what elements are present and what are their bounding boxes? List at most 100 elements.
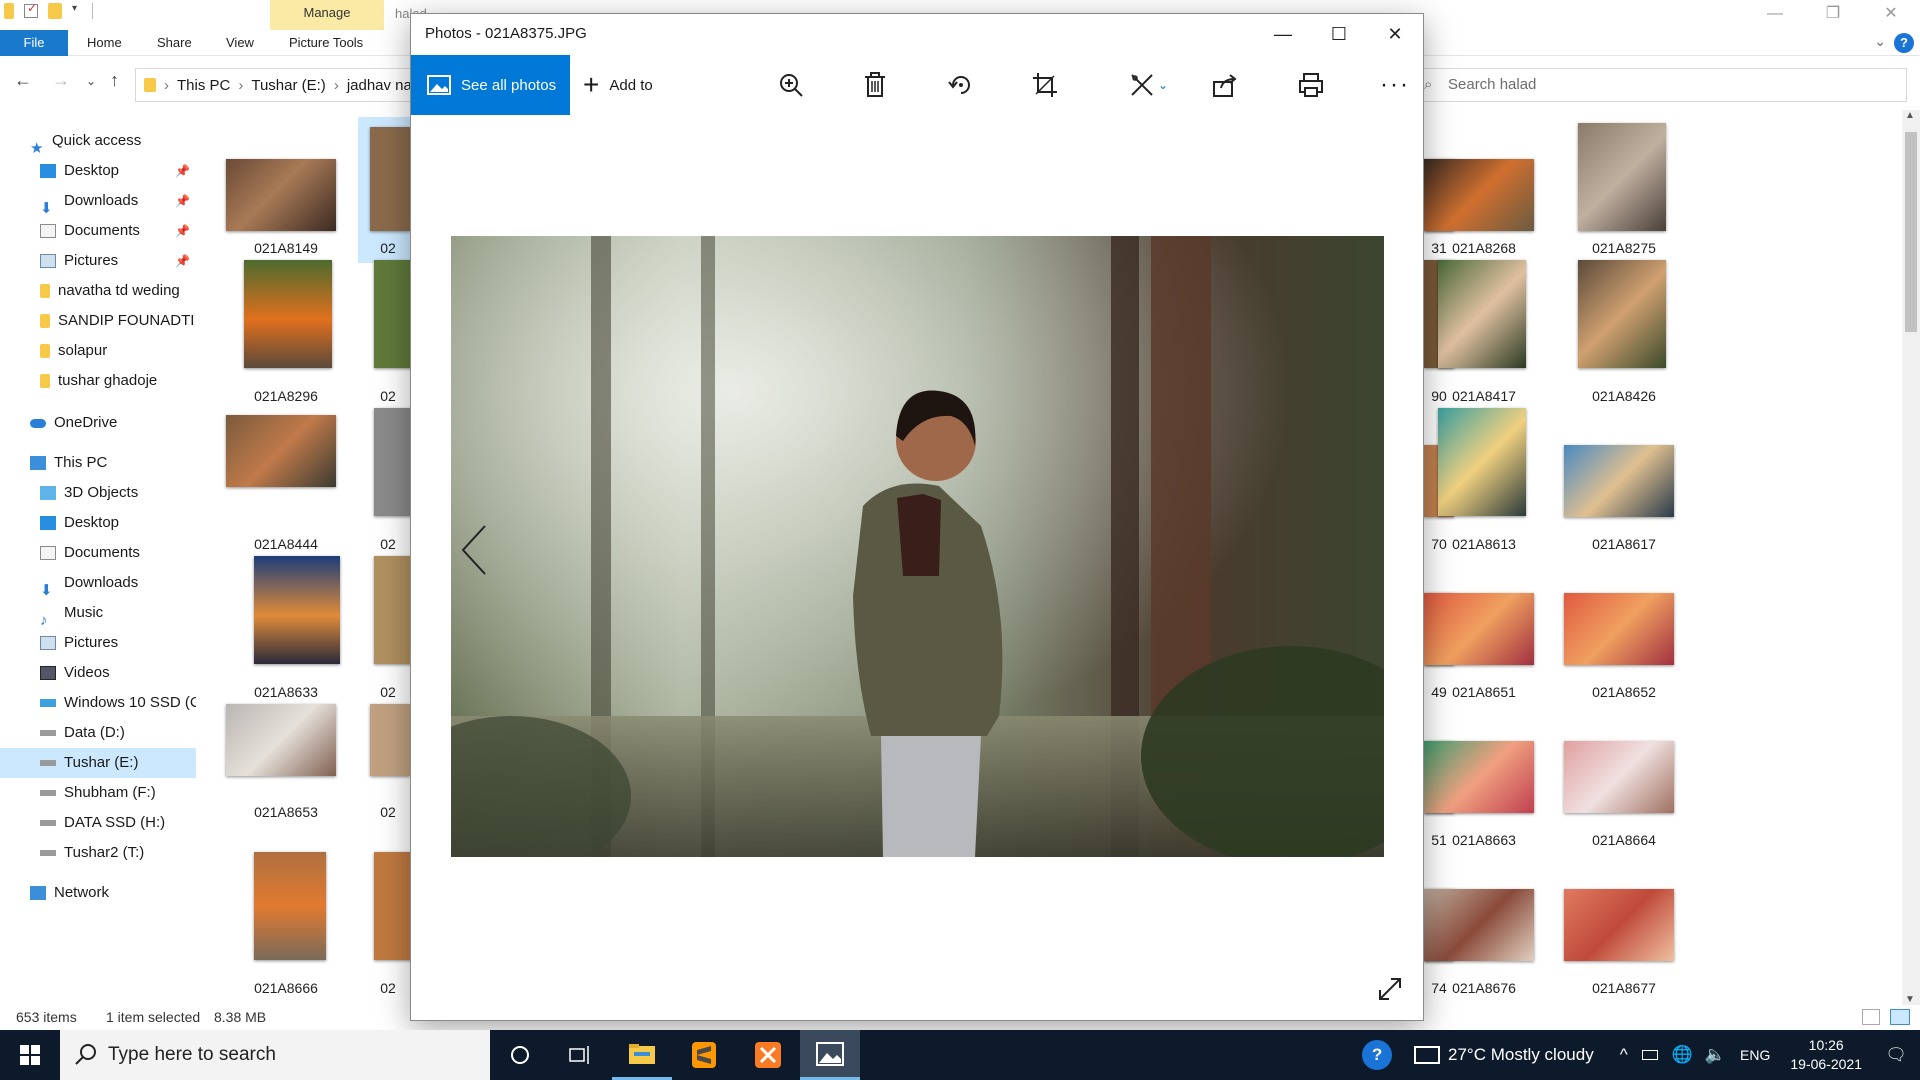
sidebar-item-drive-e[interactable]: Tushar (E:)	[0, 748, 196, 778]
help-icon[interactable]: ?	[1894, 33, 1914, 53]
list-item[interactable]: 021A8664	[1554, 704, 1674, 850]
print-icon[interactable]	[1295, 69, 1327, 101]
task-view-icon[interactable]	[550, 1030, 610, 1080]
sublime-text-icon[interactable]	[674, 1030, 734, 1080]
more-options-icon[interactable]: ···	[1379, 69, 1411, 101]
list-item[interactable]: 021A8296	[216, 260, 336, 406]
list-item[interactable]: 021A8663	[1414, 704, 1534, 850]
sidebar-item-drive-t[interactable]: Tushar2 (T:)	[0, 838, 196, 868]
close-icon[interactable]: ✕	[1862, 0, 1920, 30]
sidebar-item-drive-d[interactable]: Data (D:)	[0, 718, 196, 748]
sidebar-item-videos[interactable]: Videos	[0, 658, 196, 688]
sidebar-item-documents[interactable]: Documents	[0, 538, 196, 568]
details-view-icon[interactable]	[1862, 1009, 1880, 1025]
tab-view[interactable]: View	[226, 30, 254, 56]
rotate-icon[interactable]	[945, 69, 977, 101]
file-explorer-taskbar-icon[interactable]	[612, 1030, 672, 1080]
properties-icon[interactable]: ✓	[24, 1, 38, 18]
list-item[interactable]: 021A8676	[1414, 852, 1534, 998]
clock[interactable]: 10:26 19-06-2021	[1790, 1036, 1862, 1074]
search-input[interactable]: ⌕ Search halad	[1413, 68, 1907, 102]
sidebar-item-desktop-pinned[interactable]: Desktop 📌	[0, 156, 196, 186]
minimize-icon[interactable]: —	[1746, 0, 1804, 30]
list-item[interactable]: 021A8613	[1414, 408, 1534, 554]
delete-icon[interactable]	[859, 69, 891, 101]
sidebar-item-pictures[interactable]: Pictures	[0, 628, 196, 658]
list-item[interactable]: 021A8666	[216, 852, 336, 998]
displayed-photo[interactable]	[391, 236, 1441, 876]
sidebar-item-drive-f[interactable]: Shubham (F:)	[0, 778, 196, 808]
close-icon[interactable]: ✕	[1367, 14, 1423, 54]
xampp-icon[interactable]	[738, 1030, 798, 1080]
restore-icon[interactable]: ❐	[1804, 0, 1862, 30]
sidebar-item-this-pc[interactable]: This PC	[0, 448, 196, 478]
list-item[interactable]: 021A8417	[1414, 260, 1534, 406]
sidebar-item-3d-objects[interactable]: 3D Objects	[0, 478, 196, 508]
manage-tab[interactable]: Manage	[270, 0, 384, 30]
tab-home[interactable]: Home	[87, 30, 122, 56]
list-item[interactable]: 021A8651	[1414, 556, 1534, 702]
up-icon[interactable]: ↑	[110, 70, 119, 91]
list-item[interactable]: 021A8426	[1554, 260, 1674, 406]
sidebar-item-desktop[interactable]: Desktop	[0, 508, 196, 538]
globe-icon[interactable]: 🌐	[1672, 1045, 1693, 1065]
list-item[interactable]: 021A8617	[1554, 408, 1674, 554]
list-item[interactable]: 021A8444	[216, 408, 336, 554]
back-icon[interactable]: ←	[14, 70, 32, 91]
breadcrumb-this-pc[interactable]: This PC	[177, 77, 230, 94]
list-item[interactable]: 021A8275	[1554, 112, 1674, 258]
zoom-in-icon[interactable]	[775, 69, 807, 101]
sidebar-item-documents-pinned[interactable]: Documents 📌	[0, 216, 196, 246]
tab-file[interactable]: File	[0, 30, 68, 56]
sidebar-item-quick-access[interactable]: ★ Quick access	[0, 126, 196, 156]
list-item[interactable]: 021A8677	[1554, 852, 1674, 998]
vertical-scrollbar[interactable]: ▲ ▼	[1902, 110, 1920, 1005]
address-box[interactable]: › This PC › Tushar (E:) › jadhav na	[135, 68, 435, 102]
sidebar-item-folder[interactable]: tushar ghadoje	[0, 366, 196, 396]
customize-qat-icon[interactable]: ▾	[72, 3, 82, 19]
sidebar-item-folder[interactable]: SANDIP FOUNADTI	[0, 306, 196, 336]
sidebar-item-music[interactable]: ♪ Music	[0, 598, 196, 628]
sidebar-item-downloads[interactable]: ⬇ Downloads	[0, 568, 196, 598]
notifications-icon[interactable]: 🗨	[1872, 1045, 1920, 1065]
sidebar-item-folder[interactable]: solapur	[0, 336, 196, 366]
crop-icon[interactable]	[1029, 69, 1061, 101]
help-tray-icon[interactable]: ?	[1362, 1040, 1393, 1070]
list-item[interactable]: 021A8149	[216, 112, 336, 258]
sidebar-item-network[interactable]: Network	[0, 878, 196, 908]
sidebar-item-onedrive[interactable]: OneDrive	[0, 408, 196, 438]
cortana-icon[interactable]	[490, 1030, 550, 1080]
list-item[interactable]: 021A8633	[216, 556, 340, 702]
scrollbar-thumb[interactable]	[1905, 132, 1917, 332]
sidebar-item-pictures-pinned[interactable]: Pictures 📌	[0, 246, 196, 276]
maximize-icon[interactable]: ☐	[1311, 14, 1367, 54]
list-item[interactable]: 021A8653	[216, 704, 336, 850]
breadcrumb-folder[interactable]: jadhav na	[347, 77, 412, 94]
breadcrumb-drive[interactable]: Tushar (E:)	[251, 77, 325, 94]
chevron-up-icon[interactable]: ^	[1620, 1045, 1628, 1065]
volume-icon[interactable]: 🔈	[1705, 1045, 1726, 1065]
new-folder-icon[interactable]	[48, 3, 62, 19]
sidebar-item-downloads-pinned[interactable]: ⬇ Downloads 📌	[0, 186, 196, 216]
battery-icon[interactable]	[1641, 1050, 1658, 1060]
sidebar-item-folder[interactable]: navatha td weding	[0, 276, 196, 306]
photos-taskbar-icon[interactable]	[800, 1030, 860, 1080]
large-icons-view-icon[interactable]	[1890, 1009, 1910, 1025]
share-icon[interactable]	[1209, 69, 1241, 101]
add-to-button[interactable]: + Add to	[583, 55, 653, 115]
scroll-up-icon[interactable]: ▲	[1905, 110, 1915, 121]
list-item[interactable]: 021A8268	[1414, 112, 1534, 258]
see-all-photos-button[interactable]: See all photos	[411, 55, 570, 115]
language-indicator[interactable]: ENG	[1740, 1047, 1770, 1063]
minimize-icon[interactable]: —	[1255, 14, 1311, 54]
previous-photo-icon[interactable]	[461, 524, 487, 580]
tab-share[interactable]: Share	[157, 30, 192, 56]
weather-widget[interactable]: 27°C Mostly cloudy	[1414, 1045, 1594, 1065]
taskbar-search-box[interactable]: Type here to search	[60, 1030, 490, 1080]
recent-locations-icon[interactable]: ⌄	[86, 74, 96, 88]
list-item[interactable]: 021A8652	[1554, 556, 1674, 702]
sidebar-item-drive-c[interactable]: Windows 10 SSD (C	[0, 688, 196, 718]
expand-ribbon-icon[interactable]: ⌄	[1874, 33, 1886, 50]
start-button[interactable]	[0, 1030, 60, 1080]
forward-icon[interactable]: →	[52, 70, 70, 91]
